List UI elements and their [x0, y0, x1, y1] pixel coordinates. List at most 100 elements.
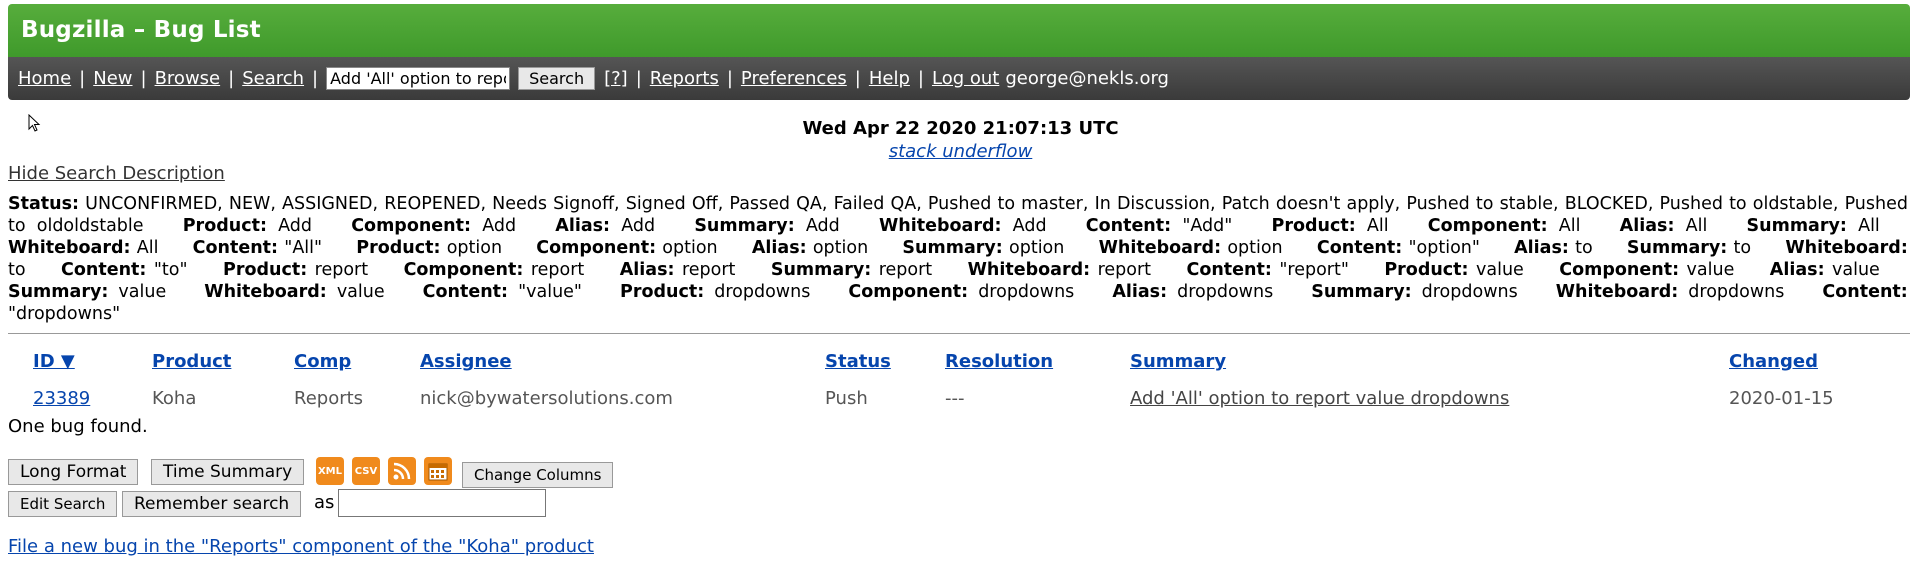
- quicksearch-help-link[interactable]: [?]: [604, 68, 628, 89]
- search-criterion: Product: option: [356, 238, 502, 258]
- criterion-label: Content:: [1822, 282, 1908, 302]
- search-criterion: Content: "report": [1186, 260, 1348, 280]
- criterion-label: Alias:: [1769, 260, 1825, 280]
- nav-new-link[interactable]: New: [93, 68, 132, 89]
- remember-search-name-input[interactable]: [338, 489, 546, 517]
- criterion-label: Content:: [1316, 238, 1403, 258]
- file-new-bug-link[interactable]: File a new bug in the "Reports" componen…: [8, 536, 594, 557]
- nav-browse-link[interactable]: Browse: [155, 68, 221, 89]
- rss-icon[interactable]: [388, 457, 416, 485]
- nav-separator: |: [917, 68, 924, 89]
- criterion-label: Summary:: [902, 238, 1003, 258]
- column-header-id[interactable]: ID ▼: [33, 351, 75, 372]
- criterion-value: value: [118, 282, 167, 302]
- criterion-value: Add: [278, 216, 313, 236]
- criterion-label: Summary:: [694, 216, 795, 236]
- criterion-label: Content:: [1085, 216, 1172, 236]
- remember-search-button[interactable]: Remember search: [122, 491, 302, 517]
- criterion-label: Alias:: [555, 216, 611, 236]
- criterion-value: Add: [1012, 216, 1047, 236]
- nav-help-link[interactable]: Help: [869, 68, 910, 89]
- column-header-product[interactable]: Product: [152, 351, 231, 372]
- bug-id-link[interactable]: 23389: [33, 388, 90, 409]
- criterion-value: to: [8, 260, 26, 280]
- criterion-value: All: [1858, 216, 1880, 236]
- search-criterion: Content: "Add": [1086, 216, 1233, 236]
- search-criterion: Content: "option": [1317, 238, 1480, 258]
- criterion-label: Whiteboard:: [1555, 282, 1679, 302]
- criterion-label: Component:: [1427, 216, 1548, 236]
- criterion-label: Alias:: [751, 238, 807, 258]
- criterion-value: "All": [284, 238, 323, 258]
- search-criterion: Content: "value": [423, 282, 582, 302]
- criterion-label: Summary:: [1746, 216, 1847, 236]
- search-criterion: Summary: report: [771, 260, 932, 280]
- column-header-comp[interactable]: Comp: [294, 351, 351, 372]
- ical-icon[interactable]: [424, 457, 452, 485]
- criterion-label: Component:: [536, 238, 657, 258]
- criterion-label: Component:: [403, 260, 524, 280]
- criterion-label: Product:: [1384, 260, 1469, 280]
- xml-icon[interactable]: XML: [316, 457, 344, 485]
- divider: [8, 333, 1910, 334]
- nav-logout-link[interactable]: Log out: [932, 68, 999, 89]
- column-header-resolution[interactable]: Resolution: [945, 351, 1053, 372]
- csv-icon[interactable]: CSV: [352, 457, 380, 485]
- search-criterion: Summary: All: [1747, 216, 1880, 236]
- search-criterion: Alias: dropdowns: [1112, 282, 1273, 302]
- column-header-status[interactable]: Status: [825, 351, 891, 372]
- time-summary-button[interactable]: Time Summary: [151, 459, 305, 485]
- quicksearch-button[interactable]: Search: [518, 67, 596, 90]
- criterion-label: Content:: [1186, 260, 1272, 280]
- quip-link[interactable]: stack underflow: [889, 141, 1033, 162]
- bug-summary-link[interactable]: Add 'All' option to report value dropdow…: [1130, 388, 1509, 409]
- criterion-value: "dropdowns": [8, 304, 121, 324]
- column-header-summary[interactable]: Summary: [1130, 351, 1226, 372]
- nav-separator: |: [635, 68, 642, 89]
- criterion-label: Component:: [351, 216, 472, 236]
- search-criterion: Alias: report: [620, 260, 736, 280]
- search-criterion: Alias: option: [752, 238, 868, 258]
- nav-separator: |: [726, 68, 733, 89]
- quip: stack underflow: [0, 141, 1921, 162]
- edit-search-button[interactable]: Edit Search: [8, 491, 118, 517]
- criterion-value: option: [812, 238, 869, 258]
- nav-separator: |: [140, 68, 147, 89]
- search-criterion: Component: value: [1559, 260, 1734, 280]
- quicksearch-input[interactable]: [326, 67, 511, 90]
- cell-status: Push: [825, 388, 868, 409]
- criterion-label: Status:: [8, 194, 80, 214]
- nav-reports-link[interactable]: Reports: [650, 68, 719, 89]
- server-timestamp: Wed Apr 22 2020 21:07:13 UTC: [802, 118, 1119, 139]
- criterion-value: option: [1009, 238, 1065, 258]
- criterion-value: "option": [1408, 238, 1480, 258]
- nav-home-link[interactable]: Home: [18, 68, 71, 89]
- criterion-value: value: [336, 282, 385, 302]
- nav-preferences-link[interactable]: Preferences: [741, 68, 847, 89]
- nav-search-link[interactable]: Search: [242, 68, 304, 89]
- criterion-value: report: [530, 260, 585, 280]
- criterion-value: dropdowns: [714, 282, 811, 302]
- change-columns-button[interactable]: Change Columns: [462, 462, 614, 488]
- search-criterion: Product: report: [223, 260, 368, 280]
- criterion-value: All: [1558, 216, 1581, 236]
- criterion-label: Product:: [223, 260, 308, 280]
- long-format-button[interactable]: Long Format: [8, 459, 139, 485]
- hide-search-description-link[interactable]: Hide Search Description: [8, 163, 225, 184]
- search-criterion: Component: option: [536, 238, 717, 258]
- criterion-label: Product:: [356, 238, 441, 258]
- search-criterion: Component: Add: [351, 216, 516, 236]
- search-criterion: Content: "to": [61, 260, 188, 280]
- criterion-label: Component:: [848, 282, 969, 302]
- criterion-label: Content:: [192, 238, 279, 258]
- criterion-label: Content:: [61, 260, 147, 280]
- criterion-label: Product:: [1271, 216, 1356, 236]
- cell-component: Reports: [294, 388, 364, 409]
- search-criterion: Whiteboard: dropdowns: [1556, 282, 1785, 302]
- criterion-label: Alias:: [1619, 216, 1675, 236]
- criterion-label: Content:: [422, 282, 509, 302]
- cell-assignee: nick@bywatersolutions.com: [420, 388, 673, 409]
- bug-count: One bug found.: [8, 416, 148, 437]
- column-header-assignee[interactable]: Assignee: [420, 351, 512, 372]
- column-header-changed[interactable]: Changed: [1729, 351, 1818, 372]
